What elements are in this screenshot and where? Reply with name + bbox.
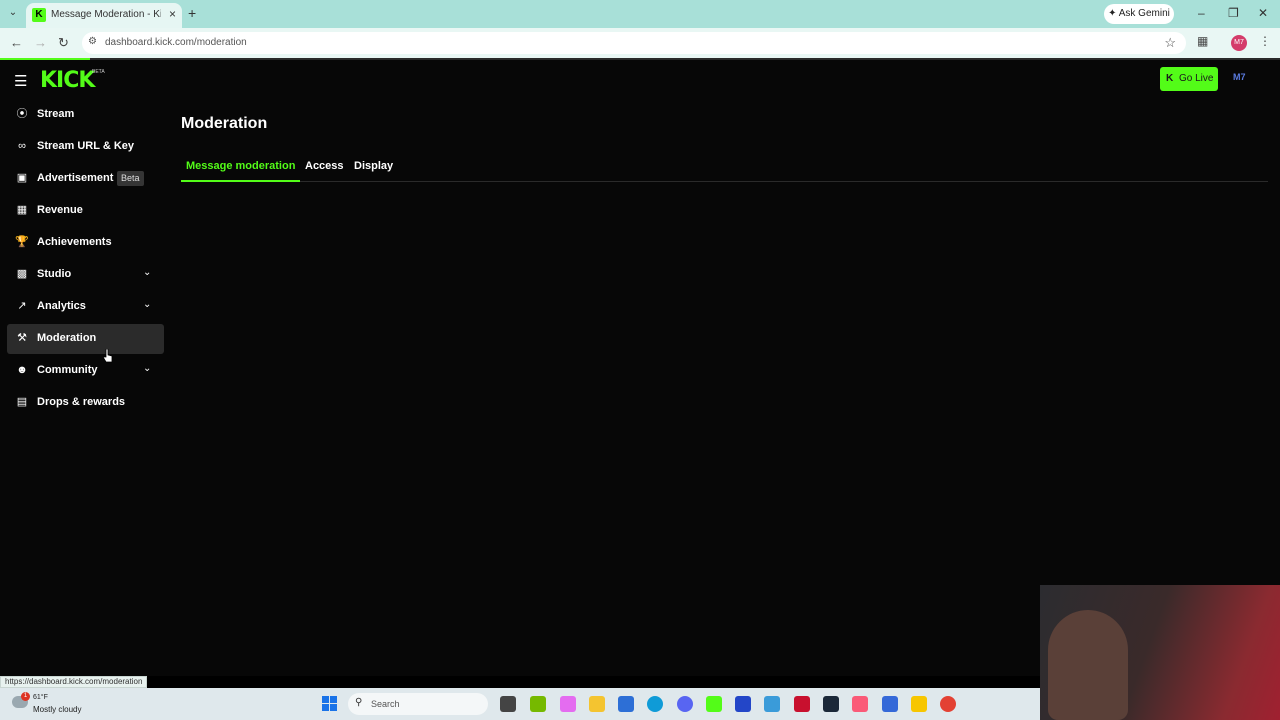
url-text: dashboard.kick.com/moderation	[105, 37, 247, 48]
sidebar-item-achievements[interactable]: 🏆 Achievements	[7, 228, 164, 258]
os-taskbar: 1 61°F Mostly cloudy ⚲ Search	[0, 688, 1040, 720]
new-tab-icon[interactable]: +	[188, 5, 196, 21]
ask-gemini-button[interactable]: ✦ Ask Gemini	[1104, 4, 1174, 24]
chevron-down-icon[interactable]: ⌄	[143, 363, 151, 374]
file-explorer-icon[interactable]	[589, 696, 605, 712]
dashboard-app: ☰ KICK BETA K Go Live M7 ⦿ Stream ∞ Stre…	[0, 60, 1280, 676]
analytics-icon: ↗	[17, 300, 27, 312]
search-icon: ⚲	[355, 697, 363, 708]
hamburger-menu-icon[interactable]: ☰	[14, 72, 27, 90]
discord-icon[interactable]	[677, 696, 693, 712]
sidebar-item-label: Achievements	[37, 236, 112, 248]
status-bar-url: https://dashboard.kick.com/moderation	[0, 676, 148, 688]
chevron-down-icon[interactable]: ⌄	[143, 267, 151, 278]
steam-icon[interactable]	[823, 696, 839, 712]
adobe-icon[interactable]	[794, 696, 810, 712]
search-placeholder: Search	[371, 699, 400, 709]
sidebar-item-analytics[interactable]: ↗ Analytics ⌄	[7, 292, 164, 322]
browser-toolbar: ← → ↻ ⚙ dashboard.kick.com/moderation ☆	[0, 28, 1280, 58]
stream-icon: ⦿	[16, 108, 28, 120]
task-view-icon[interactable]	[500, 696, 516, 712]
drops-icon: ▤	[16, 396, 28, 408]
sidebar-item-label: Stream	[37, 108, 75, 120]
forward-icon[interactable]: →	[34, 35, 47, 50]
community-icon: ☻	[16, 364, 28, 376]
browser-tab-bar: ⌄ K Message Moderation - Kick Da × + ✦ A…	[0, 0, 1280, 28]
mouse-cursor-icon	[103, 349, 113, 363]
window-close-icon[interactable]: ✕	[1258, 6, 1268, 20]
app-icon[interactable]	[882, 696, 898, 712]
wrench-icon: ⚒	[17, 332, 27, 344]
f-app-icon[interactable]	[764, 696, 780, 712]
taskbar-search[interactable]: ⚲ Search	[348, 693, 488, 715]
site-info-icon[interactable]: ⚙	[88, 36, 100, 48]
sidebar-item-label: Community	[37, 364, 98, 376]
sidebar-item-label: Analytics	[37, 300, 86, 312]
browser-tab[interactable]: K Message Moderation - Kick Da ×	[26, 3, 182, 28]
link-icon: ∞	[18, 140, 26, 152]
sidebar-item-advertisement[interactable]: ▣ Advertisement Beta	[7, 164, 164, 194]
sidebar-item-label: Drops & rewards	[37, 396, 126, 408]
tab-close-icon[interactable]: ×	[169, 7, 176, 21]
webcam-person	[1048, 610, 1128, 720]
game-icon[interactable]	[735, 696, 751, 712]
sidebar-item-community[interactable]: ☻ Community ⌄	[7, 356, 164, 386]
sidebar-item-drops-rewards[interactable]: ▤ Drops & rewards	[7, 388, 164, 418]
sidebar-item-studio[interactable]: ▩ Studio ⌄	[7, 260, 164, 290]
chevron-down-icon[interactable]: ⌄	[143, 299, 151, 310]
kick-app-icon[interactable]	[706, 696, 722, 712]
temperature: 61°F	[33, 694, 48, 701]
sidebar-item-label: Revenue	[37, 204, 83, 216]
minimize-icon[interactable]: –	[1198, 6, 1205, 20]
ad-icon: ▣	[16, 172, 28, 184]
weather-condition: Mostly cloudy	[33, 705, 82, 714]
go-live-label: Go Live	[1179, 73, 1214, 84]
kick-k-icon: K	[1166, 73, 1174, 84]
tab-search-icon[interactable]: ⌄	[6, 7, 20, 21]
kick-logo[interactable]: KICK	[40, 68, 95, 93]
store-icon[interactable]	[618, 696, 634, 712]
user-avatar[interactable]: M7	[1233, 72, 1246, 82]
go-live-button[interactable]: K Go Live	[1160, 67, 1218, 91]
logo-beta-tag: BETA	[92, 69, 105, 75]
sidebar-item-label: Studio	[37, 268, 72, 280]
extensions-icon[interactable]: ▦	[1197, 34, 1208, 48]
page-title: Moderation	[181, 115, 268, 132]
revenue-icon: ▦	[16, 204, 28, 216]
sidebar-item-stream-url-key[interactable]: ∞ Stream URL & Key	[7, 132, 164, 162]
browser-menu-icon[interactable]: ⋮	[1259, 34, 1271, 48]
tab-title: Message Moderation - Kick Da	[51, 9, 161, 20]
tab-message-moderation[interactable]: Message moderation	[186, 160, 295, 172]
active-tab-indicator	[181, 180, 300, 182]
kick-favicon-icon: K	[32, 8, 46, 22]
nvidia-icon[interactable]	[530, 696, 546, 712]
beta-badge: Beta	[117, 171, 144, 186]
sidebar-item-revenue[interactable]: ▦ Revenue	[7, 196, 164, 226]
reload-icon[interactable]: ↻	[58, 35, 69, 51]
copilot-icon[interactable]	[560, 696, 576, 712]
weather-alert-badge: 1	[21, 692, 30, 701]
roblox-icon[interactable]	[911, 696, 927, 712]
profile-avatar[interactable]: M7	[1231, 35, 1247, 51]
moderation-tabs: Message moderation Access Display	[181, 152, 1268, 182]
sidebar-item-moderation[interactable]: ⚒ Moderation	[7, 324, 164, 354]
back-icon[interactable]: ←	[10, 35, 23, 50]
sidebar-item-label: Moderation	[37, 332, 97, 344]
tab-access[interactable]: Access	[305, 160, 344, 172]
restore-icon[interactable]: ❐	[1228, 6, 1239, 20]
sidebar-item-label: Stream URL & Key	[37, 140, 134, 152]
tab-display[interactable]: Display	[354, 160, 393, 172]
windows-start-icon[interactable]	[322, 696, 338, 712]
sidebar-item-label: Advertisement	[37, 172, 114, 184]
chrome-icon[interactable]	[940, 696, 956, 712]
sidebar-item-stream[interactable]: ⦿ Stream	[7, 100, 164, 130]
bookmark-star-icon[interactable]: ☆	[1164, 35, 1176, 51]
gemini-label: Ask Gemini	[1118, 8, 1170, 19]
trophy-icon: 🏆	[15, 236, 29, 248]
music-icon[interactable]	[852, 696, 868, 712]
address-bar[interactable]: ⚙ dashboard.kick.com/moderation ☆	[82, 32, 1186, 54]
edge-icon[interactable]	[647, 696, 663, 712]
studio-icon: ▩	[16, 268, 28, 280]
